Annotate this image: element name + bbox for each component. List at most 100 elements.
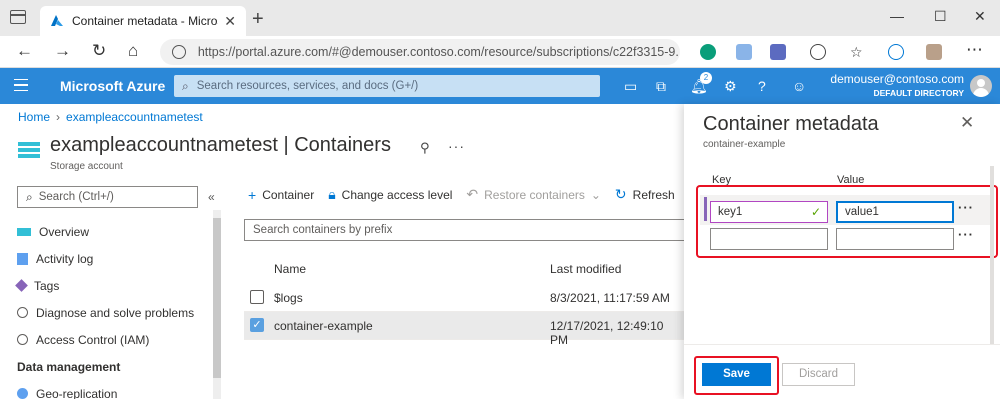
panel-subtitle: container-example (703, 139, 786, 150)
extension-u-icon[interactable] (770, 44, 786, 60)
azure-logo-icon (51, 15, 63, 26)
sidebar-item-label: Tags (34, 278, 60, 293)
container-name[interactable]: container-example (274, 319, 373, 333)
close-tab-icon[interactable]: ✕ (224, 13, 236, 30)
save-button[interactable]: Save (702, 363, 771, 386)
tab-title: Container metadata - Microsoft Azure (72, 14, 218, 28)
column-header-last-modified[interactable]: Last modified (550, 262, 621, 276)
notification-badge: 2 (700, 72, 712, 84)
collapse-sidebar-icon[interactable]: « (208, 190, 215, 204)
access-control-icon (17, 334, 28, 345)
row-checkbox[interactable] (250, 290, 264, 304)
browser-tabbar: Container metadata - Microsoft Azure ✕ +… (0, 0, 1000, 36)
chevron-down-icon: ⌄ (590, 187, 601, 202)
container-metadata-panel: Container metadata container-example ✕ K… (684, 104, 1000, 399)
account-menu[interactable]: demouser@contoso.com DEFAULT DIRECTORY (830, 72, 964, 98)
title-separator: | (277, 134, 295, 156)
container-search-input[interactable]: Search containers by prefix (244, 219, 684, 241)
lock-icon: 🔒︎ (328, 186, 336, 202)
url-field[interactable]: https://portal.azure.com/#@demouser.cont… (160, 39, 680, 65)
sidebar-item-geo-replication[interactable]: Geo-replication (17, 380, 213, 399)
sidebar-item-tags[interactable]: Tags (15, 272, 213, 299)
settings-icon[interactable]: ⚙ (724, 78, 737, 95)
sidebar-item-label: Access Control (IAM) (36, 332, 150, 347)
sidebar-section-title: Data management (17, 359, 121, 374)
new-tab-icon[interactable]: + (252, 8, 264, 31)
tab-actions-icon[interactable] (10, 10, 26, 24)
sidebar-item-overview[interactable]: Overview (17, 218, 213, 245)
search-icon: ⌕ (182, 78, 189, 93)
change-access-level-button[interactable]: 🔒︎ Change access level (328, 186, 452, 203)
back-icon[interactable]: ← (16, 41, 33, 61)
browser-tab[interactable]: Container metadata - Microsoft Azure ✕ (40, 6, 246, 36)
table-row[interactable]: $logs 8/3/2021, 11:17:59 AM (244, 284, 684, 312)
column-header-name[interactable]: Name (274, 262, 306, 276)
brand-title[interactable]: Microsoft Azure (60, 78, 165, 94)
sidebar-item-label: Diagnose and solve problems (36, 305, 195, 320)
container-name[interactable]: $logs (274, 291, 303, 305)
global-search-input[interactable]: ⌕ Search resources, services, and docs (… (174, 75, 600, 97)
refresh-icon[interactable]: ↻ (92, 41, 106, 61)
site-info-icon[interactable] (172, 45, 186, 59)
panel-footer-divider (684, 344, 1000, 345)
command-bar: + Container 🔒︎ Change access level ↶ Restor… (248, 186, 689, 203)
directory-filter-icon[interactable]: ⧉ (656, 78, 666, 95)
pin-icon[interactable]: ⚲ (420, 140, 430, 156)
sidebar-search-input[interactable]: ⌕ Search (Ctrl+/) (17, 186, 198, 208)
page-title: exampleaccountnametest | Containers (50, 134, 391, 157)
url-text: https://portal.azure.com/#@demouser.cont… (197, 45, 680, 59)
restore-containers-button[interactable]: ↶ Restore containers ⌄ (466, 186, 601, 203)
downloads-icon[interactable] (888, 44, 904, 60)
global-search-placeholder: Search resources, services, and docs (G+… (196, 80, 419, 92)
profile-icon[interactable] (926, 44, 942, 60)
extension-a-icon[interactable] (700, 44, 716, 60)
more-options-icon[interactable]: ··· (448, 138, 465, 154)
sidebar-item-label: Geo-replication (36, 386, 118, 399)
globe-icon (17, 388, 28, 399)
panel-scrollbar[interactable] (990, 166, 994, 344)
azure-header: Microsoft Azure ⌕ Search resources, serv… (0, 68, 1000, 104)
portal-menu-icon[interactable] (14, 79, 28, 91)
discard-button[interactable]: Discard (782, 363, 855, 386)
forward-icon[interactable]: → (54, 41, 71, 61)
breadcrumb-home[interactable]: Home (18, 110, 50, 124)
breadcrumb-separator-icon: › (56, 110, 61, 124)
row-checkbox[interactable]: ✓ (250, 318, 264, 332)
resource-type: Storage account (50, 161, 123, 172)
minimize-icon[interactable]: — (890, 8, 904, 24)
cloud-shell-icon[interactable]: ▭ (624, 78, 637, 95)
close-icon[interactable]: ✕ (960, 113, 974, 133)
breadcrumb: Home › exampleaccountnametest (18, 110, 203, 124)
panel-title: Container metadata (703, 113, 879, 135)
add-container-button[interactable]: + Container (248, 187, 314, 203)
address-bar: ← → ↻ ⌂ https://portal.azure.com/#@demou… (0, 36, 1000, 68)
container-modified: 8/3/2021, 11:17:59 AM (550, 291, 670, 305)
wrench-icon (17, 307, 28, 318)
undo-icon: ↶ (466, 186, 479, 202)
sidebar-item-iam[interactable]: Access Control (IAM) (17, 326, 213, 353)
sidebar-item-activity-log[interactable]: Activity log (17, 245, 213, 272)
sidebar-scrollbar[interactable] (213, 210, 221, 399)
settings-menu-icon[interactable]: ⋯ (966, 40, 983, 60)
refresh-button[interactable]: ↻ Refresh (615, 186, 675, 203)
extension-b-icon[interactable] (736, 44, 752, 60)
sidebar-item-diagnose[interactable]: Diagnose and solve problems (17, 299, 213, 326)
user-email: demouser@contoso.com (830, 72, 964, 86)
table-row[interactable]: ✓ container-example 12/17/2021, 12:49:10… (244, 312, 684, 347)
close-window-icon[interactable]: ✕ (974, 8, 986, 25)
highlight-box (696, 185, 998, 258)
search-icon: ⌕ (26, 189, 33, 204)
avatar[interactable] (970, 75, 992, 97)
sidebar-item-label: Activity log (36, 251, 94, 266)
breadcrumb-resource[interactable]: exampleaccountnametest (66, 110, 203, 124)
favorites-icon[interactable]: ☆ (850, 44, 863, 61)
sidebar-nav: Overview Activity log Tags Diagnose and … (15, 218, 213, 399)
home-icon[interactable]: ⌂ (128, 41, 138, 61)
feedback-icon[interactable]: ☺ (792, 78, 806, 94)
maximize-icon[interactable]: ☐ (934, 8, 947, 25)
activity-log-icon (17, 252, 28, 265)
extensions-icon[interactable] (810, 44, 826, 60)
overview-icon (17, 227, 31, 236)
help-icon[interactable]: ? (758, 78, 766, 94)
sidebar-search-placeholder: Search (Ctrl+/) (38, 191, 114, 203)
